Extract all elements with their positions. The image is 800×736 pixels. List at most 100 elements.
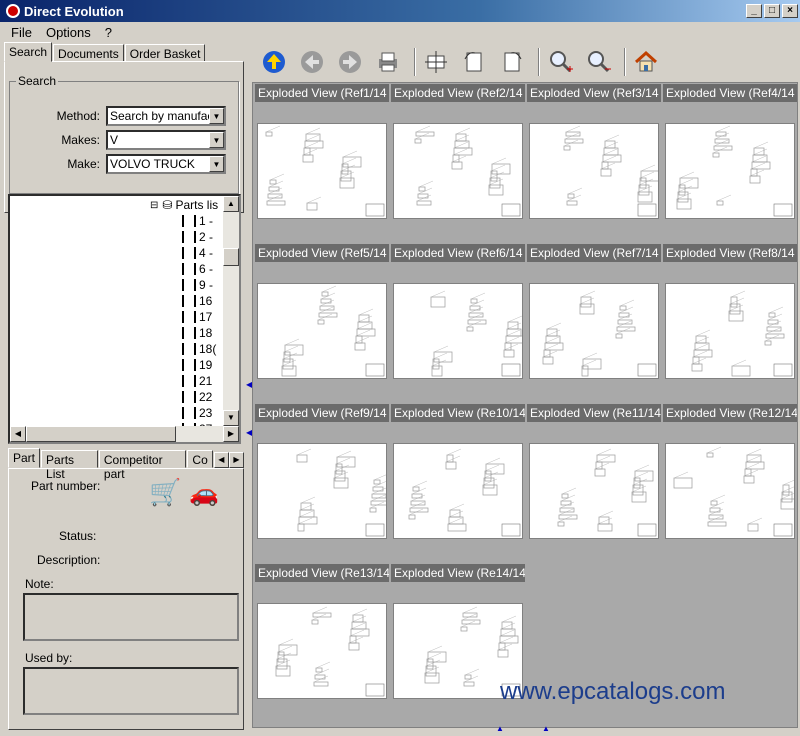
fit-icon[interactable] (420, 46, 452, 78)
chevron-down-icon[interactable]: ▼ (209, 132, 224, 148)
exploded-view-image[interactable] (257, 443, 387, 539)
tree-node[interactable]: 17 (182, 310, 212, 324)
zoom-out-icon[interactable] (582, 46, 614, 78)
home-icon[interactable] (630, 46, 662, 78)
parts-tree[interactable]: ⊟ ⛁ Parts lis 1 - 2 - 4 - 6 - 9 - 16 17 18 18( 19… (8, 194, 241, 444)
exploded-view-image[interactable] (529, 123, 659, 219)
thumbnail[interactable]: Exploded View (Ref 1/14 (255, 84, 389, 240)
search-group-label: Search (18, 74, 57, 88)
tree-node[interactable]: 4 - (182, 246, 213, 260)
tree-node[interactable]: 22 (182, 390, 212, 404)
rotate-right-icon[interactable] (496, 46, 528, 78)
scroll-down-icon[interactable]: ▼ (223, 410, 239, 426)
expand-up-icon[interactable]: ▲ (542, 724, 550, 733)
scroll-thumb[interactable] (26, 426, 176, 442)
thumbnail[interactable]: Exploded View (Ref 8/14 (663, 244, 797, 400)
tree-vertical-scrollbar[interactable]: ▲ ▼ (223, 196, 239, 426)
tree-node-label: 21 (199, 374, 213, 388)
scroll-left-icon[interactable]: ◀ (10, 426, 26, 442)
exploded-view-image[interactable] (529, 443, 659, 539)
close-button[interactable]: × (782, 4, 798, 18)
thumbnail[interactable]: Exploded View (Ref 7/14 (527, 244, 661, 400)
scroll-thumb[interactable] (223, 248, 239, 266)
exploded-view-image[interactable] (393, 123, 523, 219)
note-field[interactable] (23, 593, 239, 641)
tab-parts-list[interactable]: Parts List (41, 450, 98, 481)
exploded-view-image[interactable] (257, 283, 387, 379)
thumbnail-header: Exploded View (Ref 7/14 (527, 244, 661, 262)
thumbnail[interactable]: Exploded View (Re 10/14 (391, 404, 525, 560)
tab-competitor-part[interactable]: Competitor part (98, 450, 187, 481)
rotate-left-icon[interactable] (458, 46, 490, 78)
up-arrow-icon[interactable] (258, 46, 290, 78)
exploded-view-image[interactable] (529, 283, 659, 379)
chevron-down-icon[interactable]: ▼ (209, 108, 224, 124)
back-icon[interactable] (296, 46, 328, 78)
tab-scroll-left-icon[interactable]: ◀ (213, 452, 229, 468)
maximize-button[interactable]: □ (764, 4, 780, 18)
title-bar: Direct Evolution _ □ × (0, 0, 800, 22)
tree-node[interactable]: 19 (182, 358, 212, 372)
used-by-field[interactable] (23, 667, 239, 715)
tree-node[interactable]: 21 (182, 374, 212, 388)
menu-file[interactable]: File (4, 25, 39, 40)
exploded-view-image[interactable] (665, 123, 795, 219)
search-panel: Search Method: Search by manufactu▼ Make… (4, 61, 244, 213)
car-question-icon[interactable]: 🚗 (189, 479, 219, 508)
print-icon[interactable] (372, 46, 404, 78)
part-node-icon (182, 343, 196, 355)
menu-help[interactable]: ? (98, 25, 119, 40)
collapse-icon[interactable]: ⊟ (150, 200, 158, 211)
scroll-right-icon[interactable]: ▶ (223, 426, 239, 442)
tree-node[interactable]: 6 - (182, 262, 213, 276)
exploded-view-image[interactable] (393, 443, 523, 539)
tree-node[interactable]: 18 (182, 326, 212, 340)
tree-node[interactable]: 18( (182, 342, 216, 356)
expand-up-icon[interactable]: ▲ (496, 724, 504, 733)
tab-search[interactable]: Search (4, 42, 53, 62)
thumbnail[interactable]: Exploded View (Ref 9/14 (255, 404, 389, 560)
tree-node[interactable]: 1 - (182, 214, 213, 228)
method-select[interactable]: Search by manufactu▼ (106, 106, 226, 126)
tree-node[interactable]: 2 - (182, 230, 213, 244)
thumbnail-index: 9/14 (363, 406, 387, 420)
menu-options[interactable]: Options (39, 25, 98, 40)
tree-node[interactable]: 16 (182, 294, 212, 308)
exploded-view-image[interactable] (393, 283, 523, 379)
exploded-view-image[interactable] (665, 283, 795, 379)
basket-icon[interactable]: 🛒 (149, 477, 181, 508)
thumbnail-index: 3/14 (635, 86, 659, 100)
minimize-button[interactable]: _ (746, 4, 762, 18)
make-select[interactable]: VOLVO TRUCK ▼ (106, 154, 226, 174)
scroll-up-icon[interactable]: ▲ (223, 196, 239, 212)
forward-icon[interactable] (334, 46, 366, 78)
tree-horizontal-scrollbar[interactable]: ◀ ▶ (10, 426, 239, 442)
thumbnail[interactable]: Exploded View (Ref 4/14 (663, 84, 797, 240)
zoom-in-icon[interactable] (544, 46, 576, 78)
tab-order-basket[interactable]: Order Basket (124, 44, 206, 62)
exploded-view-image[interactable] (257, 603, 387, 699)
thumbnail[interactable]: Exploded View (Ref 2/14 (391, 84, 525, 240)
exploded-view-image[interactable] (257, 123, 387, 219)
chevron-down-icon[interactable]: ▼ (209, 156, 224, 172)
tab-part[interactable]: Part (8, 448, 41, 468)
app-icon (6, 4, 20, 18)
tab-more[interactable]: Co (187, 450, 213, 468)
thumbnail[interactable]: Exploded View (Ref 3/14 (527, 84, 661, 240)
makes-select[interactable]: V ▼ (106, 130, 226, 150)
thumbnail[interactable]: Exploded View (Re 12/14 (663, 404, 797, 560)
tab-scroll-right-icon[interactable]: ▶ (228, 452, 244, 468)
exploded-view-image[interactable] (665, 443, 795, 539)
part-node-icon (182, 231, 196, 243)
tree-node[interactable]: 23 (182, 406, 212, 420)
thumbnail[interactable]: Exploded View (Ref 6/14 (391, 244, 525, 400)
thumbnail[interactable]: Exploded View (Re 11/14 (527, 404, 661, 560)
thumbnail-title: Exploded View (Ref (394, 86, 500, 100)
thumbnail[interactable]: Exploded View (Re 13/14 (255, 564, 389, 720)
tab-documents[interactable]: Documents (53, 44, 124, 62)
note-label: Note: (25, 577, 54, 591)
thumbnail[interactable]: Exploded View (Ref 5/14 (255, 244, 389, 400)
tree-node[interactable]: 9 - (182, 278, 213, 292)
thumbnail-title: Exploded View (Ref (258, 246, 364, 260)
tree-root[interactable]: ⊟ ⛁ Parts lis (150, 198, 218, 212)
